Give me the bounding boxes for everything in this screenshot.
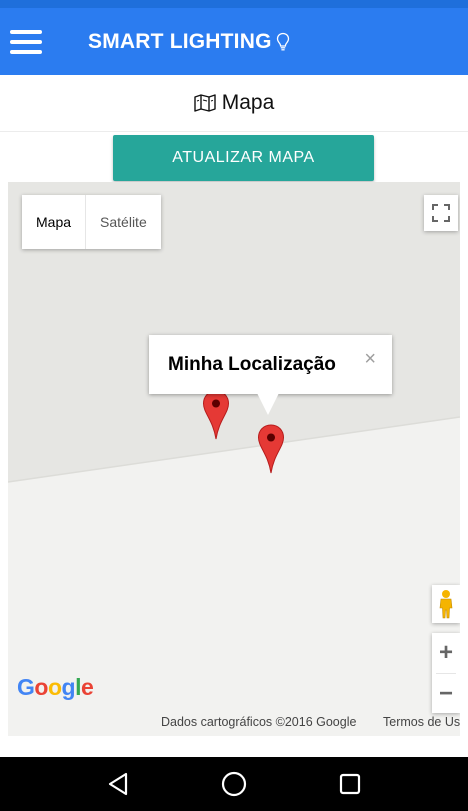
update-map-button[interactable]: ATUALIZAR MAPA [113,135,374,181]
zoom-in-button[interactable]: + [432,633,460,673]
map-type-satellite[interactable]: Satélite [86,195,161,249]
app-title: SMART LIGHTING [88,29,272,53]
fullscreen-icon [432,204,450,222]
map-terrain [8,182,460,736]
zoom-control: + − [432,633,460,713]
recents-square-icon [339,773,361,795]
google-logo: Google [17,674,94,700]
back-triangle-icon [108,772,128,796]
page-header: Mapa [0,75,468,132]
street-view-pegman-icon [439,590,453,619]
info-window-tail [257,393,279,415]
map-type-map[interactable]: Mapa [22,195,87,249]
info-window-title: Minha Localização [168,353,336,375]
info-window: Minha Localização × [149,335,392,394]
map-marker-pin[interactable] [202,390,230,440]
info-window-close-icon[interactable]: × [364,349,376,369]
home-circle-icon [221,771,247,797]
lightbulb-icon [276,32,289,50]
system-nav-bar [0,757,468,811]
page-title: Mapa [221,91,275,114]
map-icon [194,94,216,112]
recents-button[interactable] [330,764,370,804]
app-bar: SMART LIGHTING [0,8,468,75]
map-attribution: Dados cartográficos ©2016 Google [161,715,357,729]
map-marker-pin[interactable] [257,424,285,474]
app-screen: SMART LIGHTING Mapa ATUALIZAR MAPA Mapa … [0,0,468,811]
map-view[interactable]: Mapa Satélite Minha Localização × + − Go… [8,182,460,736]
map-type-control: Mapa Satélite [22,195,161,249]
terms-of-use-link[interactable]: Termos de Uso [383,715,460,729]
street-view-pegman-button[interactable] [432,585,460,623]
home-button[interactable] [214,764,254,804]
status-bar [0,0,468,8]
zoom-out-button[interactable]: − [432,674,460,714]
back-button[interactable] [98,764,138,804]
hamburger-menu-icon[interactable] [10,29,42,54]
fullscreen-button[interactable] [424,195,458,231]
